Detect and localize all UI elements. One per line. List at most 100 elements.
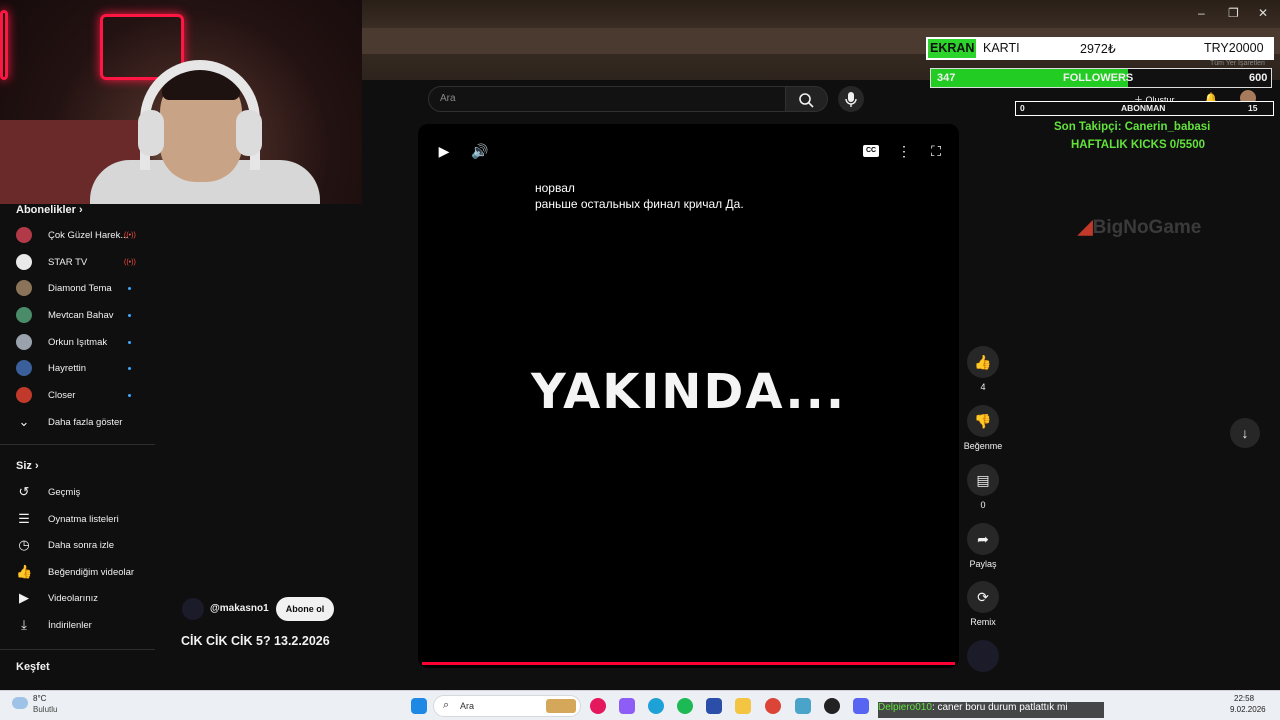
sidebar-item-label: Diamond Tema bbox=[48, 282, 112, 294]
clock-date: 9.02.2026 bbox=[1230, 705, 1266, 714]
taskbar-search-placeholder: Ara bbox=[460, 701, 475, 711]
sidebar-item-watch-later[interactable]: ◷ Daha sonra izle bbox=[0, 532, 155, 558]
new-content-dot bbox=[128, 286, 131, 290]
captions-button[interactable]: CC bbox=[863, 145, 879, 157]
sidebar-item-label: Çok Güzel Harek... bbox=[48, 229, 129, 241]
sidebar-item-label: Orkun Işıtmak bbox=[48, 336, 108, 348]
you-header[interactable]: Siz › bbox=[16, 460, 39, 472]
subscriptions-header[interactable]: Abonelikler › bbox=[16, 204, 83, 216]
sidebar-item-label: Mevtcan Bahav bbox=[48, 309, 114, 321]
chevron-right-icon: › bbox=[34, 460, 39, 472]
avatar bbox=[16, 227, 32, 243]
sidebar-item-label: Closer bbox=[48, 389, 76, 401]
chat-text: : caner boru durum patlattık mi bbox=[931, 702, 1068, 713]
windows-start-icon[interactable] bbox=[411, 698, 427, 714]
comment-count: 0 bbox=[980, 500, 986, 510]
playlist-icon: ☰ bbox=[18, 511, 30, 526]
sidebar-item-liked-videos[interactable]: 👍 Beğendiğim videolar bbox=[0, 559, 155, 585]
obs-icon[interactable] bbox=[824, 698, 840, 714]
last-follower: Son Takipçi: Canerin_babasi bbox=[1054, 121, 1211, 133]
chrome-icon[interactable] bbox=[765, 698, 781, 714]
sidebar-item-label: Beğendiğim videolar bbox=[48, 566, 135, 578]
search-highlight-image bbox=[546, 699, 576, 713]
new-content-dot bbox=[128, 313, 131, 317]
discord-icon[interactable] bbox=[853, 698, 869, 714]
abone-label: ABONMAN bbox=[1121, 103, 1166, 113]
abone-current: 0 bbox=[1020, 103, 1025, 113]
taskbar-search[interactable]: ⌕ Ara bbox=[433, 695, 581, 717]
copilot-icon[interactable] bbox=[619, 698, 635, 714]
app-icon[interactable] bbox=[795, 698, 811, 714]
bookmarks-label[interactable]: Tüm Yer İşaretleri bbox=[1210, 60, 1265, 67]
followers-current: 347 bbox=[937, 72, 956, 84]
spotify-icon[interactable] bbox=[677, 698, 693, 714]
download-icon: ⤓ bbox=[21, 617, 27, 632]
share-icon: ➦ bbox=[977, 531, 989, 547]
volume-button[interactable]: 🔊 bbox=[471, 142, 489, 160]
price-try: TRY20000 bbox=[1204, 41, 1264, 55]
search-placeholder: Ara bbox=[440, 93, 456, 104]
avatar bbox=[16, 280, 32, 296]
media-player-icon[interactable] bbox=[590, 698, 606, 714]
sidebar-item-sub-1[interactable]: STAR TV ((•)) bbox=[0, 249, 155, 275]
abonman-bar: 0 ABONMAN 15 bbox=[1015, 101, 1274, 116]
sidebar-item-downloads[interactable]: ⤓ İndirilenler bbox=[0, 612, 155, 638]
comment-icon: ▤ bbox=[976, 472, 990, 488]
subtitle-line-2: раньше остальных финал кричал Да. bbox=[535, 197, 744, 211]
sidebar-item-history[interactable]: ↺ Geçmiş bbox=[0, 479, 155, 505]
more-options-button[interactable]: ⋮ bbox=[895, 142, 913, 160]
search-button[interactable] bbox=[786, 86, 828, 112]
subtitle-line-1: норвал bbox=[535, 181, 575, 195]
channel-avatar[interactable] bbox=[182, 598, 204, 620]
sidebar-item-label: İndirilenler bbox=[48, 619, 92, 631]
voice-search-button[interactable] bbox=[838, 86, 864, 112]
screen-card-overlay: EKRAN KARTI 2972₺ TRY20000 bbox=[926, 37, 1274, 60]
dislike-label: Beğenme bbox=[963, 441, 1003, 451]
weather-icon bbox=[12, 697, 28, 709]
fullscreen-button[interactable]: ⛶ bbox=[927, 142, 945, 160]
sidebar-item-sub-0[interactable]: Çok Güzel Harek... ((•)) bbox=[0, 222, 155, 248]
mic-icon bbox=[845, 92, 857, 107]
progress-bar[interactable] bbox=[422, 662, 955, 665]
clock-icon: ◷ bbox=[18, 537, 30, 552]
share-button[interactable]: ➦ bbox=[967, 523, 999, 555]
weekly-kicks: HAFTALIK KICKS 0/5500 bbox=[1071, 139, 1205, 151]
sidebar-item-label: Oynatma listeleri bbox=[48, 513, 119, 525]
sidebar-item-sub-6[interactable]: Closer bbox=[0, 382, 155, 408]
chevron-down-icon: ⌄ bbox=[18, 414, 30, 429]
share-label: Paylaş bbox=[969, 559, 997, 569]
clock-time: 22:58 bbox=[1234, 694, 1255, 703]
sidebar-item-sub-3[interactable]: Mevtcan Bahav bbox=[0, 302, 155, 328]
show-more-button[interactable]: ⌄ Daha fazla göster bbox=[0, 409, 155, 435]
sidebar-item-playlists[interactable]: ☰ Oynatma listeleri bbox=[0, 506, 155, 532]
sidebar-item-your-videos[interactable]: ▶ Videolarınız bbox=[0, 585, 155, 611]
comments-button[interactable]: ▤ bbox=[967, 464, 999, 496]
channel-avatar-small[interactable] bbox=[967, 640, 999, 672]
restore-button[interactable]: ❐ bbox=[1228, 6, 1239, 20]
subscribe-button[interactable]: Abone ol bbox=[276, 597, 334, 621]
next-video-button[interactable]: ↓ bbox=[1230, 418, 1260, 448]
divider bbox=[0, 649, 155, 650]
channel-handle[interactable]: @makasno1 bbox=[210, 603, 269, 614]
close-button[interactable]: ✕ bbox=[1258, 6, 1268, 20]
remix-button[interactable]: ⟳ bbox=[967, 581, 999, 613]
headset-cup-left bbox=[138, 110, 164, 156]
play-button[interactable]: ▶ bbox=[435, 142, 453, 160]
video-player[interactable]: ▶ 🔊 CC ⋮ ⛶ норвал раньше остальных финал… bbox=[418, 124, 959, 668]
chat-message-overlay: Delpiero010: caner boru durum patlattık … bbox=[878, 702, 1104, 718]
store-icon[interactable] bbox=[706, 698, 722, 714]
minimize-button[interactable]: – bbox=[1198, 6, 1205, 20]
sidebar-item-sub-2[interactable]: Diamond Tema bbox=[0, 275, 155, 301]
edge-icon[interactable] bbox=[648, 698, 664, 714]
followers-label: FOLLOWERS bbox=[1063, 72, 1134, 84]
dislike-button[interactable]: 👎 bbox=[967, 405, 999, 437]
divider bbox=[0, 444, 155, 445]
sidebar-item-sub-4[interactable]: Orkun Işıtmak bbox=[0, 329, 155, 355]
like-button[interactable]: 👍 bbox=[967, 346, 999, 378]
sidebar-item-sub-5[interactable]: Hayrettin bbox=[0, 355, 155, 381]
sidebar-item-label: Videolarınız bbox=[48, 592, 98, 604]
avatar bbox=[16, 360, 32, 376]
subscriptions-title: Abonelikler bbox=[16, 204, 76, 216]
file-explorer-icon[interactable] bbox=[735, 698, 751, 714]
search-input[interactable]: Ara bbox=[428, 86, 786, 112]
